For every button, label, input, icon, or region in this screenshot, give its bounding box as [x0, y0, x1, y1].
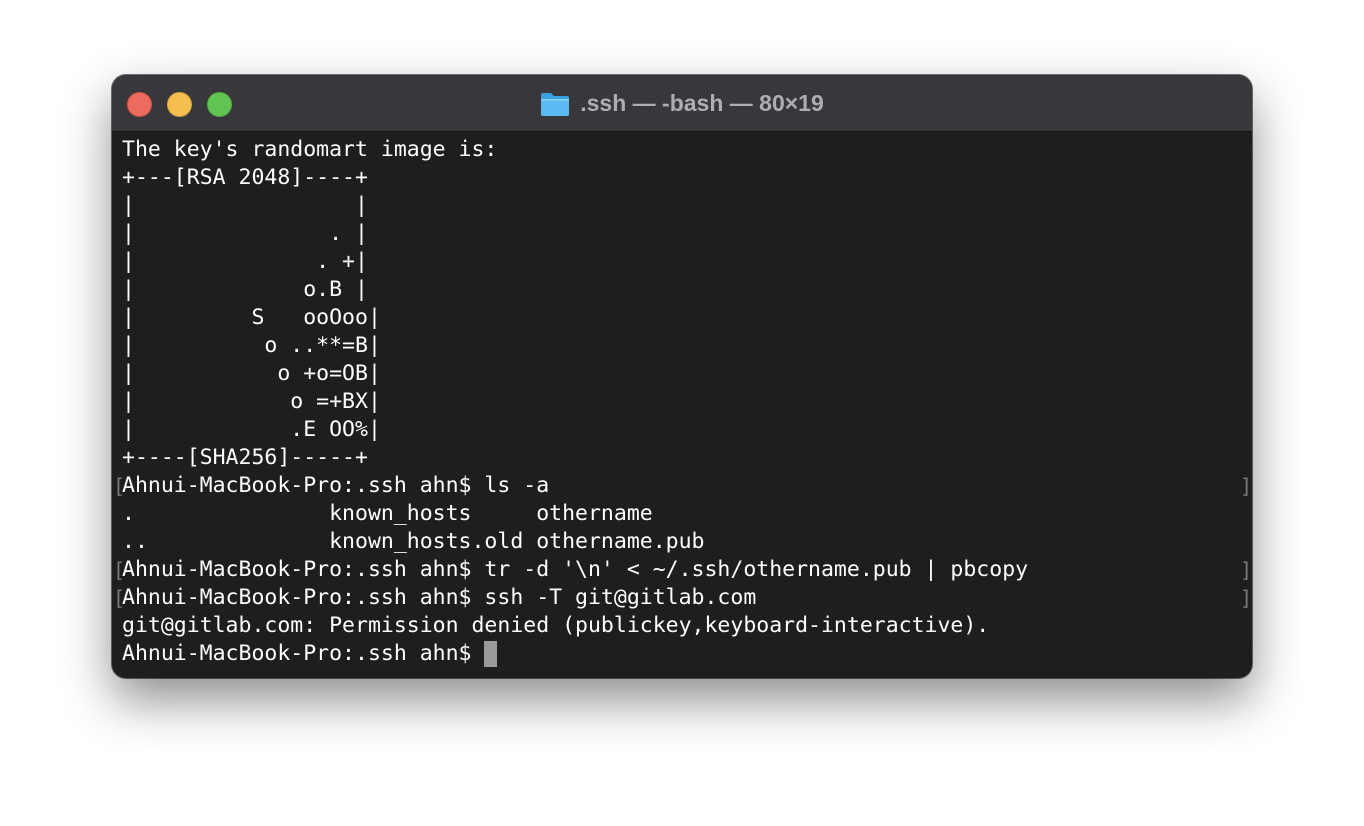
terminal-line: git@gitlab.com: Permission denied (publi…	[122, 613, 990, 638]
text-cursor	[484, 641, 498, 667]
prompt-mark-right: ]	[1240, 474, 1252, 498]
terminal-line: .. known_hosts.old othername.pub	[122, 529, 705, 554]
window-title-area: .ssh — -bash — 80×19	[112, 75, 1252, 132]
prompt-line: Ahnui-MacBook-Pro:.ssh ahn$ ssh -T git@g…	[122, 585, 757, 610]
terminal-line: | o =+BX|	[122, 389, 381, 414]
terminal-line: | .E OO%|	[122, 417, 381, 442]
terminal-window: .ssh — -bash — 80×19 The key's randomart…	[112, 75, 1252, 678]
prompt-line: Ahnui-MacBook-Pro:.ssh ahn$ tr -d '\n' <…	[122, 557, 1029, 582]
terminal-line: +---[RSA 2048]----+	[122, 165, 368, 190]
prompt-mark-right: ]	[1240, 558, 1252, 582]
prompt-text: Ahnui-MacBook-Pro:.ssh ahn$	[122, 641, 485, 666]
terminal-output[interactable]: The key's randomart image is: +---[RSA 2…	[112, 136, 1252, 676]
prompt-line: Ahnui-MacBook-Pro:.ssh ahn$ ls -a	[122, 473, 550, 498]
terminal-line: +----[SHA256]-----+	[122, 445, 368, 470]
terminal-line: . known_hosts othername	[122, 501, 653, 526]
terminal-line: | . +|	[122, 249, 368, 274]
window-title: .ssh — -bash — 80×19	[580, 90, 824, 116]
terminal-line: | . |	[122, 221, 368, 246]
terminal-line: | o.B |	[122, 277, 368, 302]
terminal-line: | o +o=OB|	[122, 361, 381, 386]
active-prompt-line[interactable]: Ahnui-MacBook-Pro:.ssh ahn$	[122, 640, 498, 668]
terminal-line: | |	[122, 193, 368, 218]
prompt-mark-right: ]	[1240, 586, 1252, 610]
title-bar[interactable]: .ssh — -bash — 80×19	[112, 75, 1252, 132]
terminal-line: | S ooOoo|	[122, 305, 381, 330]
folder-icon	[541, 92, 570, 116]
terminal-line: The key's randomart image is:	[122, 137, 498, 162]
terminal-line: | o ..**=B|	[122, 333, 381, 358]
